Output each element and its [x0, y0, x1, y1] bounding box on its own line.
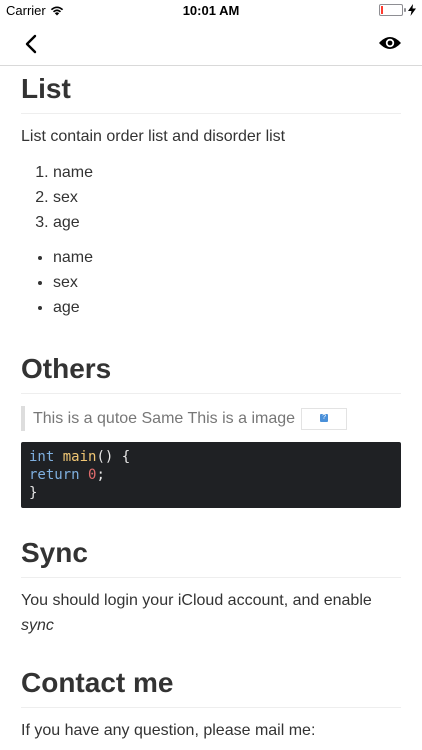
code-line: return 0; — [29, 467, 105, 483]
heading-contact: Contact me — [21, 660, 401, 708]
unordered-list-item: name — [53, 245, 401, 270]
list-intro: List contain order list and disorder lis… — [21, 128, 286, 145]
navigation-bar — [0, 22, 422, 66]
quote-text: This is a qutoe Same This is a image — [33, 410, 296, 427]
unordered-list: name sex age — [21, 245, 401, 320]
battery-indicator — [379, 4, 416, 16]
heading-others: Others — [21, 346, 401, 394]
ordered-list: name sex age — [21, 160, 401, 235]
sync-description: You should login your iCloud account, an… — [21, 592, 372, 609]
code-line: } — [29, 485, 38, 501]
heading-sync: Sync — [21, 530, 401, 578]
preview-button[interactable] — [378, 33, 402, 53]
broken-image-icon: ? — [301, 407, 348, 430]
ordered-list-item: age — [53, 210, 401, 235]
sync-emphasis: sync — [21, 617, 54, 634]
ordered-list-item: sex — [53, 185, 401, 210]
markdown-preview: List List contain order list and disorde… — [21, 66, 401, 743]
code-line: int main() { — [29, 449, 131, 465]
ordered-list-item: name — [53, 160, 401, 185]
battery-icon — [379, 4, 406, 16]
sync-text: You should login your iCloud account, an… — [21, 588, 401, 638]
unordered-list-item: sex — [53, 270, 401, 295]
status-bar: Carrier 10:01 AM — [0, 0, 422, 22]
heading-list: List — [21, 66, 401, 114]
eye-icon — [379, 37, 401, 49]
chevron-left-icon — [25, 34, 37, 54]
status-clock: 10:01 AM — [182, 3, 240, 18]
contact-text: If you have any question, please mail me… — [21, 722, 316, 739]
blockquote: This is a qutoe Same This is a image ? — [21, 406, 401, 431]
code-block: int main() { return 0; } — [21, 442, 401, 508]
unordered-list-item: age — [53, 295, 401, 320]
back-button[interactable] — [20, 32, 44, 56]
bolt-icon — [408, 4, 416, 16]
